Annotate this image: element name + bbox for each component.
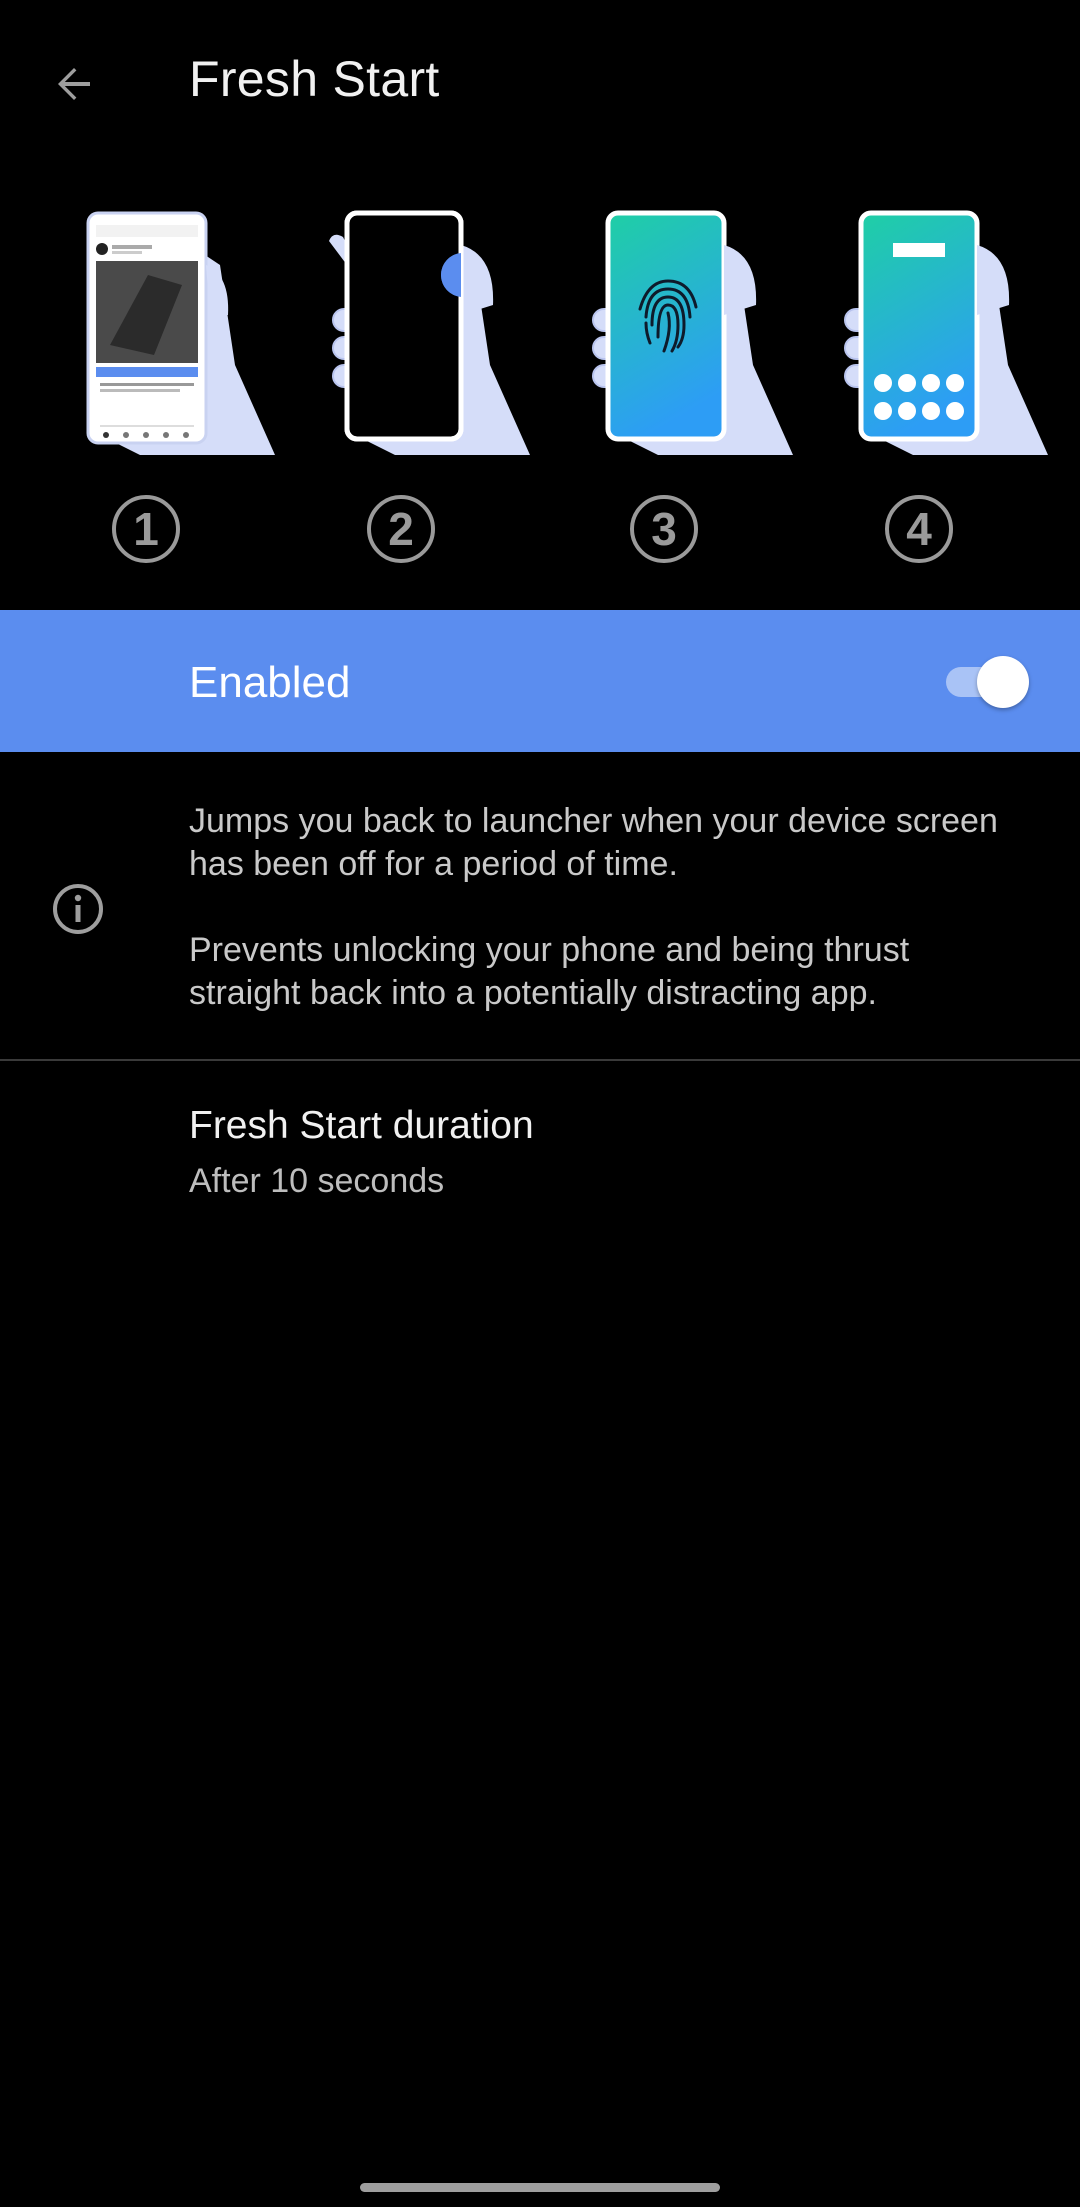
app-bar: Fresh Start	[0, 0, 1080, 165]
duration-title: Fresh Start duration	[189, 1104, 534, 1147]
enabled-label: Enabled	[189, 658, 351, 707]
phone-fingerprint-illustration	[592, 210, 793, 455]
step-4: 4	[843, 205, 1063, 585]
enabled-switch-row[interactable]: Enabled	[0, 610, 1080, 752]
info-icon	[53, 884, 103, 934]
info-text: Jumps you back to launcher when your dev…	[189, 800, 1019, 1058]
gesture-nav-handle[interactable]	[360, 2183, 720, 2192]
info-paragraph-1: Jumps you back to launcher when your dev…	[189, 802, 998, 883]
page-title: Fresh Start	[189, 51, 440, 107]
step-number: 4	[885, 495, 953, 563]
phone-screen-off-illustration	[329, 210, 530, 455]
phone-feed-illustration	[86, 211, 275, 455]
toggle-thumb	[977, 656, 1029, 708]
step-2: 2	[325, 205, 545, 585]
step-1: 1	[70, 205, 290, 585]
step-number: 2	[367, 495, 435, 563]
steps-illustration: 1 2 3 4	[0, 205, 1080, 585]
back-button[interactable]	[30, 40, 118, 128]
fresh-start-duration-item[interactable]: Fresh Start duration After 10 seconds	[0, 1062, 1080, 1222]
step-3: 3	[588, 205, 808, 585]
info-paragraph-2: Prevents unlocking your phone and being …	[189, 931, 910, 1012]
divider	[0, 1059, 1080, 1061]
arrow-back-icon	[58, 68, 90, 100]
duration-summary: After 10 seconds	[189, 1162, 445, 1200]
info-section: Jumps you back to launcher when your dev…	[0, 752, 1080, 1060]
phone-launcher-illustration	[844, 210, 1048, 455]
step-number: 3	[630, 495, 698, 563]
enabled-toggle[interactable]	[946, 656, 1030, 708]
step-number: 1	[112, 495, 180, 563]
